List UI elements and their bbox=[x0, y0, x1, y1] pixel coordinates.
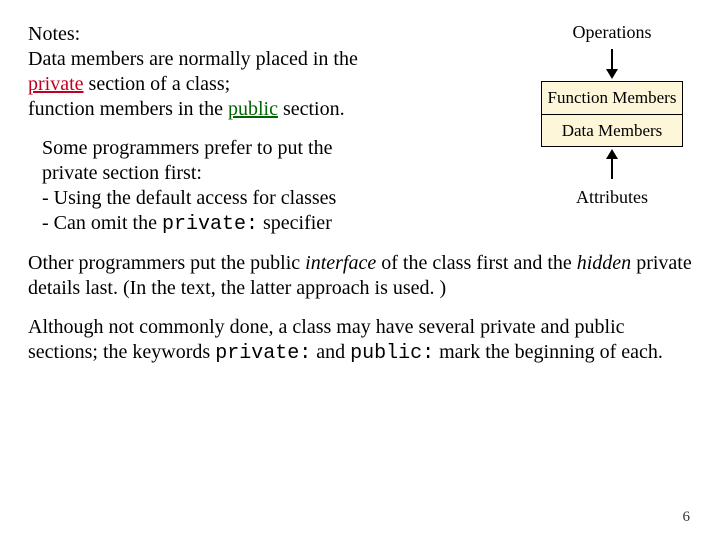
function-members-cell: Function Members bbox=[542, 82, 682, 114]
operations-label: Operations bbox=[532, 22, 692, 43]
prefer-bullet2b: specifier bbox=[258, 212, 332, 234]
arrow-down-icon bbox=[532, 49, 692, 79]
notes-line2a: function members in the bbox=[28, 98, 228, 120]
although-part2: mark the beginning of each. bbox=[434, 341, 663, 363]
notes-line1b: section of a class; bbox=[84, 73, 231, 95]
prefer-block: Some programmers prefer to put the priva… bbox=[42, 136, 514, 237]
other-part2: of the class first and the bbox=[376, 252, 577, 274]
although-mid: and bbox=[311, 341, 350, 363]
notes-title: Notes: bbox=[28, 22, 514, 47]
notes-line1a: Data members are normally placed in the bbox=[28, 48, 358, 70]
notes-line1: Data members are normally placed in the … bbox=[28, 47, 514, 122]
private-specifier-code: private: bbox=[162, 213, 258, 236]
private-word: private bbox=[28, 73, 84, 95]
other-part1: Other programmers put the public bbox=[28, 252, 305, 274]
kw-private-code: private: bbox=[215, 342, 311, 365]
hidden-word: hidden bbox=[577, 252, 631, 274]
notes-line2b: section. bbox=[278, 98, 345, 120]
prefer-line2: private section first: bbox=[42, 162, 202, 184]
prefer-bullet2a: - Can omit the bbox=[42, 212, 162, 234]
interface-word: interface bbox=[305, 252, 376, 274]
although-para: Although not commonly done, a class may … bbox=[28, 315, 692, 366]
kw-public-code: public: bbox=[350, 342, 434, 365]
data-members-cell: Data Members bbox=[542, 114, 682, 147]
other-programmers-para: Other programmers put the public interfa… bbox=[28, 251, 692, 301]
arrow-up-icon bbox=[532, 149, 692, 179]
attributes-label: Attributes bbox=[532, 187, 692, 208]
page-number: 6 bbox=[683, 509, 691, 526]
prefer-line1: Some programmers prefer to put the bbox=[42, 137, 332, 159]
class-diagram: Operations Function Members Data Members… bbox=[532, 22, 692, 214]
notes-block: Notes: Data members are normally placed … bbox=[28, 22, 514, 237]
prefer-bullet1: - Using the default access for classes bbox=[42, 187, 336, 209]
class-box: Function Members Data Members bbox=[541, 81, 683, 147]
public-word: public bbox=[228, 98, 278, 120]
